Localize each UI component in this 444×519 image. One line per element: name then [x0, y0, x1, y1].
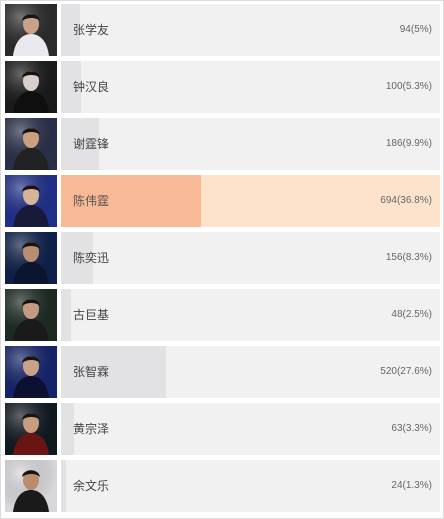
option-name: 余文乐 — [73, 479, 110, 493]
poll-option[interactable]: 张学友 94(5%) — [1, 4, 443, 61]
vote-count: 24(1.3%) — [391, 480, 432, 491]
vote-bar-fill — [61, 403, 74, 455]
poll-option[interactable]: 古巨基 48(2.5%) — [1, 289, 443, 346]
singer-photo — [5, 175, 57, 227]
singer-photo — [5, 4, 57, 56]
vote-count: 520(27.6%) — [380, 366, 432, 377]
poll-option[interactable]: 黄宗泽 63(3.3%) — [1, 403, 443, 460]
poll-option[interactable]: 陈奕迅 156(8.3%) — [1, 232, 443, 289]
vote-bar[interactable]: 谢霆锋 186(9.9%) — [61, 118, 440, 170]
singer-photo — [5, 118, 57, 170]
poll-option[interactable]: 张智霖 520(27.6%) — [1, 346, 443, 403]
poll-options-list: 张学友 94(5%) 钟汉良 100(5.3%) 谢霆锋 186(9.9%) 陈… — [1, 4, 443, 517]
poll-option[interactable]: 谢霆锋 186(9.9%) — [1, 118, 443, 175]
singer-photo — [5, 289, 57, 341]
option-name: 黄宗泽 — [73, 422, 110, 436]
option-name: 张智霖 — [73, 365, 110, 379]
vote-bar[interactable]: 陈奕迅 156(8.3%) — [61, 232, 440, 284]
vote-bar[interactable]: 余文乐 24(1.3%) — [61, 460, 440, 512]
option-name: 谢霆锋 — [73, 137, 110, 151]
poll-panel: 张学友 94(5%) 钟汉良 100(5.3%) 谢霆锋 186(9.9%) 陈… — [0, 0, 444, 519]
option-name: 古巨基 — [73, 308, 110, 322]
vote-count: 48(2.5%) — [391, 309, 432, 320]
vote-bar-fill — [61, 460, 66, 512]
vote-count: 156(8.3%) — [385, 252, 432, 263]
vote-count: 186(9.9%) — [385, 138, 432, 149]
vote-bar[interactable]: 张智霖 520(27.6%) — [61, 346, 440, 398]
option-name: 张学友 — [73, 23, 110, 37]
option-name: 陈奕迅 — [73, 251, 110, 265]
vote-bar[interactable]: 古巨基 48(2.5%) — [61, 289, 440, 341]
poll-option[interactable]: 陈伟霆 694(36.8%) — [1, 175, 443, 232]
poll-option[interactable]: 钟汉良 100(5.3%) — [1, 61, 443, 118]
singer-photo — [5, 232, 57, 284]
singer-photo — [5, 61, 57, 113]
vote-bar[interactable]: 黄宗泽 63(3.3%) — [61, 403, 440, 455]
vote-count: 94(5%) — [399, 24, 432, 35]
vote-bar[interactable]: 陈伟霆 694(36.8%) — [61, 175, 440, 227]
vote-bar[interactable]: 钟汉良 100(5.3%) — [61, 61, 440, 113]
option-name: 陈伟霆 — [73, 194, 110, 208]
vote-count: 63(3.3%) — [391, 423, 432, 434]
singer-photo — [5, 403, 57, 455]
vote-bar-fill — [61, 289, 71, 341]
vote-count: 100(5.3%) — [385, 81, 432, 92]
singer-photo — [5, 346, 57, 398]
poll-option[interactable]: 余文乐 24(1.3%) — [1, 460, 443, 517]
vote-count: 694(36.8%) — [380, 195, 432, 206]
option-name: 钟汉良 — [73, 80, 110, 94]
singer-photo — [5, 460, 57, 512]
vote-bar[interactable]: 张学友 94(5%) — [61, 4, 440, 56]
